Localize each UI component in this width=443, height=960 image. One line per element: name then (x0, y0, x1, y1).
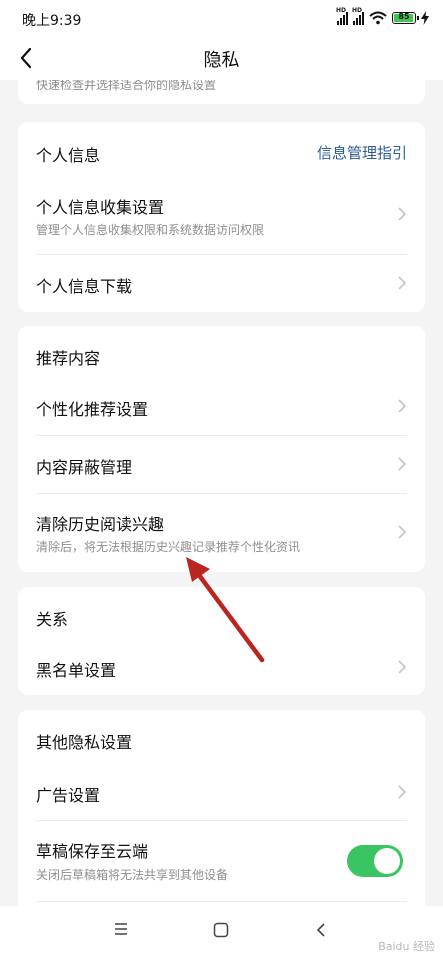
section-title: 推荐内容 (36, 349, 101, 368)
section-title: 其他隐私设置 (36, 733, 133, 752)
row-label: 内容屏蔽管理 (36, 458, 133, 477)
recommend-content-card: 推荐内容 个性化推荐设置 内容屏蔽管理 清除历史阅读兴趣 清除后，将无法根据历史… (18, 326, 425, 572)
chevron-right-icon (398, 399, 407, 413)
clear-reading-interest-row[interactable]: 清除历史阅读兴趣 清除后，将无法根据历史兴趣记录推荐个性化资讯 (18, 494, 425, 572)
info-management-guide-link[interactable]: 信息管理指引 (317, 142, 407, 163)
row-label: 草稿保存至云端 (36, 842, 149, 861)
chevron-right-icon (398, 785, 407, 799)
toggle-knob (374, 848, 400, 874)
signal-icon: HD (352, 7, 364, 25)
section-title: 关系 (36, 610, 69, 629)
page-title: 隐私 (203, 50, 240, 71)
watermark: Baidu 经验 (378, 940, 435, 953)
draft-cloud-save-row: 草稿保存至云端 关闭后草稿箱将无法共享到其他设备 (18, 821, 425, 901)
personal-info-download-row[interactable]: 个人信息下载 (18, 255, 425, 312)
system-nav-bar: Baidu 经验 (0, 906, 443, 960)
chevron-right-icon (398, 525, 407, 539)
personal-info-collection-row[interactable]: 个人信息收集设置 管理个人信息收集权限和系统数据访问权限 (18, 182, 425, 254)
menu-icon[interactable] (114, 922, 128, 936)
row-label: 个人信息下载 (36, 277, 133, 296)
battery-icon: 85 (392, 12, 419, 24)
status-icons: HD HD 85 (336, 7, 429, 27)
chevron-right-icon (398, 276, 407, 290)
blacklist-settings-row[interactable]: 黑名单设置 (18, 639, 425, 695)
chevron-right-icon (398, 660, 407, 674)
row-label: 个人信息收集设置 (36, 198, 165, 217)
charging-icon (421, 11, 429, 25)
ad-settings-row[interactable]: 广告设置 (18, 762, 425, 819)
status-bar: 晚上9:39 HD HD 85 (0, 0, 443, 36)
content-block-management-row[interactable]: 内容屏蔽管理 (18, 436, 425, 493)
chevron-right-icon (398, 457, 407, 471)
chevron-right-icon (398, 207, 407, 221)
row-label: 个性化推荐设置 (36, 400, 149, 419)
row-label: 清除历史阅读兴趣 (36, 515, 165, 534)
row-label: 广告设置 (36, 786, 101, 805)
personalized-recommend-row[interactable]: 个性化推荐设置 (18, 378, 425, 435)
row-subtitle: 清除后，将无法根据历史兴趣记录推荐个性化资讯 (36, 540, 301, 554)
top-nav-bar: 隐私 (0, 36, 443, 80)
status-time: 晚上9:39 (22, 13, 82, 29)
signal-icon: HD (336, 7, 348, 25)
relation-card: 关系 黑名单设置 (18, 587, 425, 695)
section-title: 个人信息 (36, 146, 101, 165)
draft-cloud-save-toggle[interactable] (347, 845, 403, 877)
home-icon[interactable] (213, 922, 229, 938)
row-label: 黑名单设置 (36, 661, 117, 680)
divider (36, 901, 407, 902)
wifi-icon (369, 11, 387, 25)
personal-info-card: 个人信息 信息管理指引 个人信息收集设置 管理个人信息收集权限和系统数据访问权限… (18, 122, 425, 312)
back-nav-icon[interactable] (315, 922, 327, 938)
row-subtitle: 关闭后草稿箱将无法共享到其他设备 (36, 868, 229, 882)
row-subtitle: 管理个人信息收集权限和系统数据访问权限 (36, 223, 265, 237)
